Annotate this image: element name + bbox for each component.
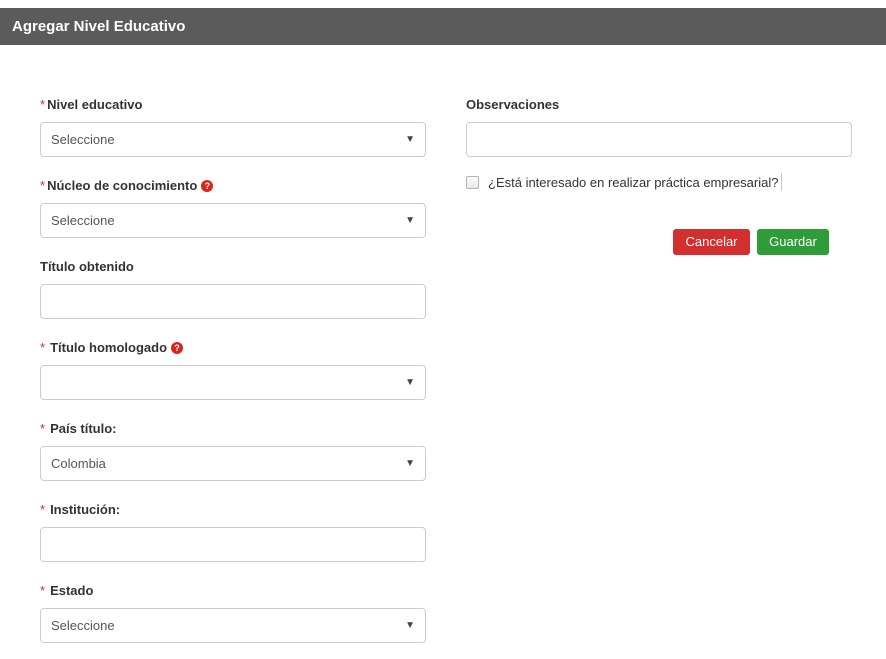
required-mark: * (40, 178, 46, 193)
titulo-obtenido-input[interactable] (40, 284, 426, 319)
required-mark: * (40, 97, 46, 112)
estado-label: * Estado (40, 583, 93, 598)
titulo-homologado-select[interactable]: ▼ (40, 365, 426, 400)
pais-titulo-select[interactable]: Colombia ▼ (40, 446, 426, 481)
estado-select[interactable]: Seleccione ▼ (40, 608, 426, 643)
triangle-down-icon: ▼ (405, 458, 415, 469)
triangle-down-icon: ▼ (405, 134, 415, 145)
practica-empresarial-label[interactable]: ¿Está interesado en realizar práctica em… (488, 175, 778, 190)
question-circle-icon[interactable]: ? (171, 341, 184, 354)
text-caret (781, 173, 783, 191)
observaciones-input[interactable] (466, 122, 852, 157)
institucion-label-text: Institución: (50, 502, 121, 517)
estado-value: Seleccione (51, 618, 115, 633)
required-mark: * (40, 502, 46, 517)
question-circle-icon[interactable]: ? (201, 179, 214, 192)
pais-titulo-label-text: País título: (50, 421, 117, 436)
observaciones-label-text: Observaciones (466, 97, 560, 112)
modal-title: Agregar Nivel Educativo (12, 18, 186, 35)
required-mark: * (40, 421, 46, 436)
nivel-educativo-value: Seleccione (51, 132, 115, 147)
titulo-homologado-label: * Título homologado ? (40, 340, 184, 355)
modal-header: Agregar Nivel Educativo (0, 8, 886, 45)
pais-titulo-label: * País título: (40, 421, 117, 436)
triangle-down-icon: ▼ (405, 620, 415, 631)
nivel-educativo-select[interactable]: Seleccione ▼ (40, 122, 426, 157)
titulo-obtenido-label-text: Título obtenido (40, 259, 134, 274)
triangle-down-icon: ▼ (405, 215, 415, 226)
nucleo-conocimiento-select[interactable]: Seleccione ▼ (40, 203, 426, 238)
triangle-down-icon: ▼ (405, 377, 415, 388)
nucleo-conocimiento-label-text: Núcleo de conocimiento (47, 178, 198, 193)
required-mark: * (40, 340, 46, 355)
save-button[interactable]: Guardar (757, 229, 829, 255)
estado-label-text: Estado (50, 583, 94, 598)
institucion-label: * Institución: (40, 502, 120, 517)
nucleo-conocimiento-value: Seleccione (51, 213, 115, 228)
institucion-input[interactable] (40, 527, 426, 562)
required-mark: * (40, 583, 46, 598)
titulo-obtenido-label: Título obtenido (40, 259, 134, 274)
nucleo-conocimiento-label: * Núcleo de conocimiento ? (40, 178, 214, 193)
nivel-educativo-label: * Nivel educativo (40, 97, 142, 112)
practica-empresarial-row: ¿Está interesado en realizar práctica em… (466, 173, 783, 191)
cancel-button[interactable]: Cancelar (673, 229, 750, 255)
nivel-educativo-label-text: Nivel educativo (47, 97, 143, 112)
observaciones-label: Observaciones (466, 97, 559, 112)
practica-empresarial-checkbox[interactable] (466, 175, 479, 189)
titulo-homologado-label-text: Título homologado (50, 340, 168, 355)
pais-titulo-value: Colombia (51, 456, 106, 471)
